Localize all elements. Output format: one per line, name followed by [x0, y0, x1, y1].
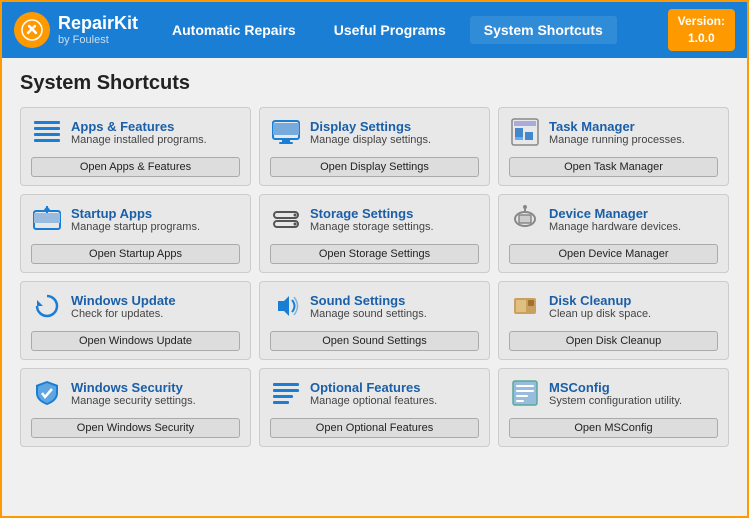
shortcut-card-apps: Apps & Features Manage installed program…	[20, 107, 251, 186]
logo-title: RepairKit	[58, 14, 138, 34]
card-name: Device Manager	[549, 206, 681, 221]
card-desc: Manage hardware devices.	[549, 221, 681, 233]
shortcut-card-msconfig: MSConfig System configuration utility. O…	[498, 368, 729, 447]
nav: Automatic Repairs Useful Programs System…	[158, 16, 668, 44]
shortcut-card-update: Windows Update Check for updates. Open W…	[20, 281, 251, 360]
card-header: MSConfig System configuration utility.	[509, 377, 682, 409]
msconfig-icon	[509, 377, 541, 409]
card-desc: Manage sound settings.	[310, 308, 427, 320]
card-desc: Manage startup programs.	[71, 221, 200, 233]
sound-icon	[270, 290, 302, 322]
storage-icon	[270, 203, 302, 235]
shortcut-card-security: Windows Security Manage security setting…	[20, 368, 251, 447]
logo-icon	[14, 12, 50, 48]
version-value: 1.0.0	[688, 31, 715, 45]
shortcut-card-taskmanager: Task Manager Manage running processes. O…	[498, 107, 729, 186]
card-button-security[interactable]: Open Windows Security	[31, 418, 240, 438]
card-header: Windows Security Manage security setting…	[31, 377, 196, 409]
shortcuts-grid: Apps & Features Manage installed program…	[20, 107, 729, 447]
display-icon	[270, 116, 302, 148]
card-desc: Check for updates.	[71, 308, 176, 320]
card-name: Storage Settings	[310, 206, 434, 221]
card-name: Startup Apps	[71, 206, 200, 221]
shortcut-card-disk: Disk Cleanup Clean up disk space. Open D…	[498, 281, 729, 360]
apps-icon	[31, 116, 63, 148]
shortcut-card-storage: Storage Settings Manage storage settings…	[259, 194, 490, 273]
nav-useful-programs[interactable]: Useful Programs	[320, 16, 460, 44]
logo-sub: by Foulest	[58, 34, 138, 46]
header: RepairKit by Foulest Automatic Repairs U…	[2, 2, 747, 58]
shortcut-card-startup: Startup Apps Manage startup programs. Op…	[20, 194, 251, 273]
disk-icon	[509, 290, 541, 322]
shortcut-card-display: Display Settings Manage display settings…	[259, 107, 490, 186]
card-name: Disk Cleanup	[549, 293, 651, 308]
shortcut-card-device: Device Manager Manage hardware devices. …	[498, 194, 729, 273]
card-name: Optional Features	[310, 380, 437, 395]
card-button-disk[interactable]: Open Disk Cleanup	[509, 331, 718, 351]
card-name: Sound Settings	[310, 293, 427, 308]
card-name: Windows Update	[71, 293, 176, 308]
card-header: Device Manager Manage hardware devices.	[509, 203, 681, 235]
card-header: Windows Update Check for updates.	[31, 290, 176, 322]
card-desc: Manage running processes.	[549, 134, 685, 146]
taskmanager-icon	[509, 116, 541, 148]
logo-text: RepairKit by Foulest	[58, 14, 138, 46]
card-name: Apps & Features	[71, 119, 207, 134]
version-box: Version: 1.0.0	[668, 9, 735, 51]
card-desc: Clean up disk space.	[549, 308, 651, 320]
card-button-startup[interactable]: Open Startup Apps	[31, 244, 240, 264]
card-desc: Manage display settings.	[310, 134, 431, 146]
card-button-display[interactable]: Open Display Settings	[270, 157, 479, 177]
card-desc: Manage installed programs.	[71, 134, 207, 146]
card-header: Startup Apps Manage startup programs.	[31, 203, 200, 235]
update-icon	[31, 290, 63, 322]
card-button-update[interactable]: Open Windows Update	[31, 331, 240, 351]
main-content: System Shortcuts Apps & Features Manage …	[2, 58, 747, 457]
card-button-device[interactable]: Open Device Manager	[509, 244, 718, 264]
card-header: Optional Features Manage optional featur…	[270, 377, 437, 409]
card-header: Sound Settings Manage sound settings.	[270, 290, 427, 322]
nav-automatic-repairs[interactable]: Automatic Repairs	[158, 16, 310, 44]
card-name: Windows Security	[71, 380, 196, 395]
card-header: Storage Settings Manage storage settings…	[270, 203, 434, 235]
card-button-storage[interactable]: Open Storage Settings	[270, 244, 479, 264]
card-button-sound[interactable]: Open Sound Settings	[270, 331, 479, 351]
security-icon	[31, 377, 63, 409]
card-header: Task Manager Manage running processes.	[509, 116, 685, 148]
shortcut-card-optional: Optional Features Manage optional featur…	[259, 368, 490, 447]
card-name: Task Manager	[549, 119, 685, 134]
device-icon	[509, 203, 541, 235]
card-button-msconfig[interactable]: Open MSConfig	[509, 418, 718, 438]
card-name: MSConfig	[549, 380, 682, 395]
card-button-apps[interactable]: Open Apps & Features	[31, 157, 240, 177]
card-desc: System configuration utility.	[549, 395, 682, 407]
section-title: System Shortcuts	[20, 72, 729, 95]
nav-system-shortcuts[interactable]: System Shortcuts	[470, 16, 617, 44]
card-button-optional[interactable]: Open Optional Features	[270, 418, 479, 438]
startup-icon	[31, 203, 63, 235]
card-header: Display Settings Manage display settings…	[270, 116, 431, 148]
card-desc: Manage storage settings.	[310, 221, 434, 233]
card-header: Apps & Features Manage installed program…	[31, 116, 207, 148]
card-desc: Manage security settings.	[71, 395, 196, 407]
shortcut-card-sound: Sound Settings Manage sound settings. Op…	[259, 281, 490, 360]
card-button-taskmanager[interactable]: Open Task Manager	[509, 157, 718, 177]
version-label: Version:	[678, 14, 725, 28]
card-header: Disk Cleanup Clean up disk space.	[509, 290, 651, 322]
logo: RepairKit by Foulest	[14, 12, 138, 48]
optional-icon	[270, 377, 302, 409]
card-name: Display Settings	[310, 119, 431, 134]
card-desc: Manage optional features.	[310, 395, 437, 407]
